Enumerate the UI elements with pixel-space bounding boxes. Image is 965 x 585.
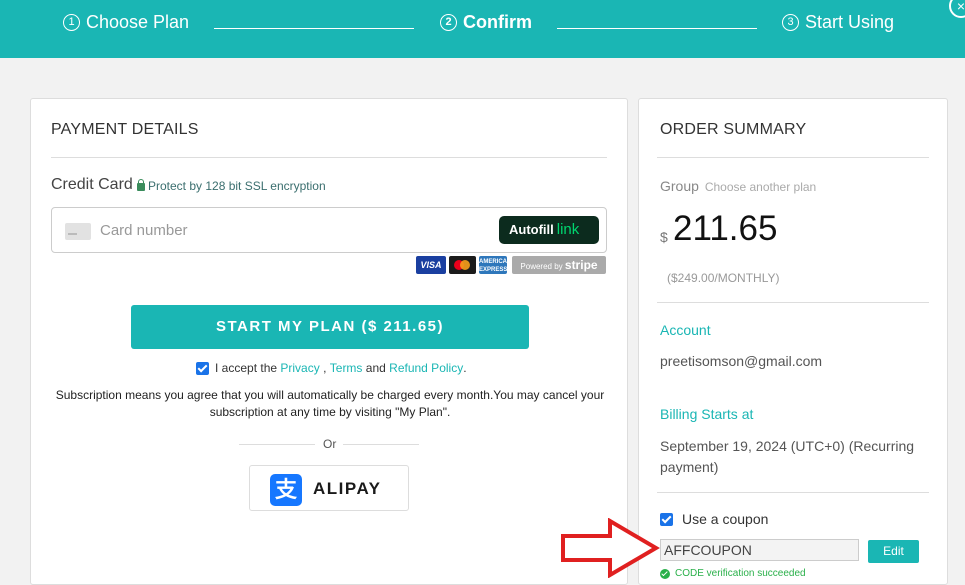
coupon-verification-status: CODE verification succeeded <box>660 568 806 579</box>
card-number-input[interactable]: Card number Autofill link <box>51 207 607 253</box>
step-label: Confirm <box>463 12 532 32</box>
visa-icon: VISA <box>416 256 446 274</box>
annotation-arrow-icon <box>561 518 660 578</box>
refund-policy-link[interactable]: Refund Policy <box>389 361 463 375</box>
accept-terms-checkbox[interactable] <box>196 361 209 375</box>
amex-icon: AMERICAN EXPRESS <box>479 256 511 274</box>
group-row: Group Choose another plan <box>660 178 816 194</box>
currency-symbol: $ <box>660 229 668 245</box>
accept-and: and <box>365 361 386 375</box>
account-email: preetisomson@gmail.com <box>660 353 823 369</box>
use-coupon-checkbox[interactable] <box>660 512 673 526</box>
order-summary-panel: ORDER SUMMARY Group Choose another plan … <box>638 98 948 585</box>
link-brand-text: link <box>556 221 580 238</box>
alipay-button[interactable]: 支 ALIPAY <box>249 465 409 511</box>
accept-prefix: I accept the <box>215 361 278 375</box>
total-price: 211.65 <box>673 209 778 248</box>
divider <box>343 444 419 445</box>
step-number-3: 3 <box>782 14 799 31</box>
divider <box>657 492 929 493</box>
verification-text: CODE verification succeeded <box>675 568 806 579</box>
step-start-using: 3 Start Using <box>782 12 894 33</box>
lock-icon <box>137 179 145 191</box>
use-coupon-label: Use a coupon <box>682 511 769 527</box>
ssl-notice: Protect by 128 bit SSL encryption <box>137 179 326 193</box>
choose-another-plan-link[interactable]: Choose another plan <box>705 180 816 194</box>
coupon-code-input[interactable]: AFFCOUPON <box>660 539 859 561</box>
divider <box>657 302 929 303</box>
step-connector <box>557 28 757 29</box>
mastercard-icon <box>449 256 476 274</box>
checkout-progress-bar: 1 Choose Plan 2 Confirm 3 Start Using × <box>0 0 965 58</box>
ssl-text: Protect by 128 bit SSL encryption <box>148 179 326 193</box>
use-coupon-row: Use a coupon <box>660 511 768 527</box>
accept-comma: , <box>323 361 327 375</box>
step-confirm: 2 Confirm <box>440 12 532 33</box>
accept-terms-row: I accept the Privacy , Terms and Refund … <box>196 361 467 375</box>
edit-coupon-button[interactable]: Edit <box>868 540 919 563</box>
billing-start-date: September 19, 2024 (UTC+0) (Recurring pa… <box>660 438 915 475</box>
powered-by-stripe-badge: Powered by stripe <box>512 256 606 274</box>
credit-card-label: Credit Card <box>51 176 133 193</box>
close-icon[interactable]: × <box>949 0 965 18</box>
payment-details-panel: PAYMENT DETAILS Credit Card Protect by 1… <box>30 98 628 585</box>
start-my-plan-button[interactable]: START MY PLAN ($ 211.65) <box>131 305 529 349</box>
credit-card-icon <box>65 223 91 240</box>
privacy-link[interactable]: Privacy <box>280 361 319 375</box>
autofill-label: Autofill <box>509 222 554 237</box>
accept-dot: . <box>463 361 467 375</box>
step-connector <box>214 28 414 29</box>
panel-title: ORDER SUMMARY <box>660 121 807 138</box>
billing-label: Billing Starts at <box>660 406 754 422</box>
step-label: Choose Plan <box>86 12 190 32</box>
panel-title: PAYMENT DETAILS <box>51 121 199 138</box>
group-label: Group <box>660 178 699 194</box>
monthly-price: ($249.00/MONTHLY) <box>667 271 780 285</box>
stripe-prefix: Powered by <box>520 262 563 271</box>
subscription-notice: Subscription means you agree that you wi… <box>55 388 605 419</box>
terms-link[interactable]: Terms <box>330 361 363 375</box>
divider <box>657 157 929 158</box>
stripe-name: stripe <box>564 258 598 272</box>
autofill-link-button[interactable]: Autofill link <box>499 216 599 244</box>
card-number-placeholder: Card number <box>100 222 188 239</box>
step-number-2: 2 <box>440 14 457 31</box>
step-choose-plan[interactable]: 1 Choose Plan <box>63 12 189 33</box>
step-label: Start Using <box>805 12 895 32</box>
check-circle-icon <box>660 568 670 579</box>
divider <box>51 157 607 158</box>
account-label: Account <box>660 322 711 338</box>
divider <box>239 444 315 445</box>
alipay-label: ALIPAY <box>313 479 382 498</box>
alipay-logo-icon: 支 <box>270 474 302 506</box>
or-separator: Or <box>323 437 337 451</box>
step-number-1: 1 <box>63 14 80 31</box>
